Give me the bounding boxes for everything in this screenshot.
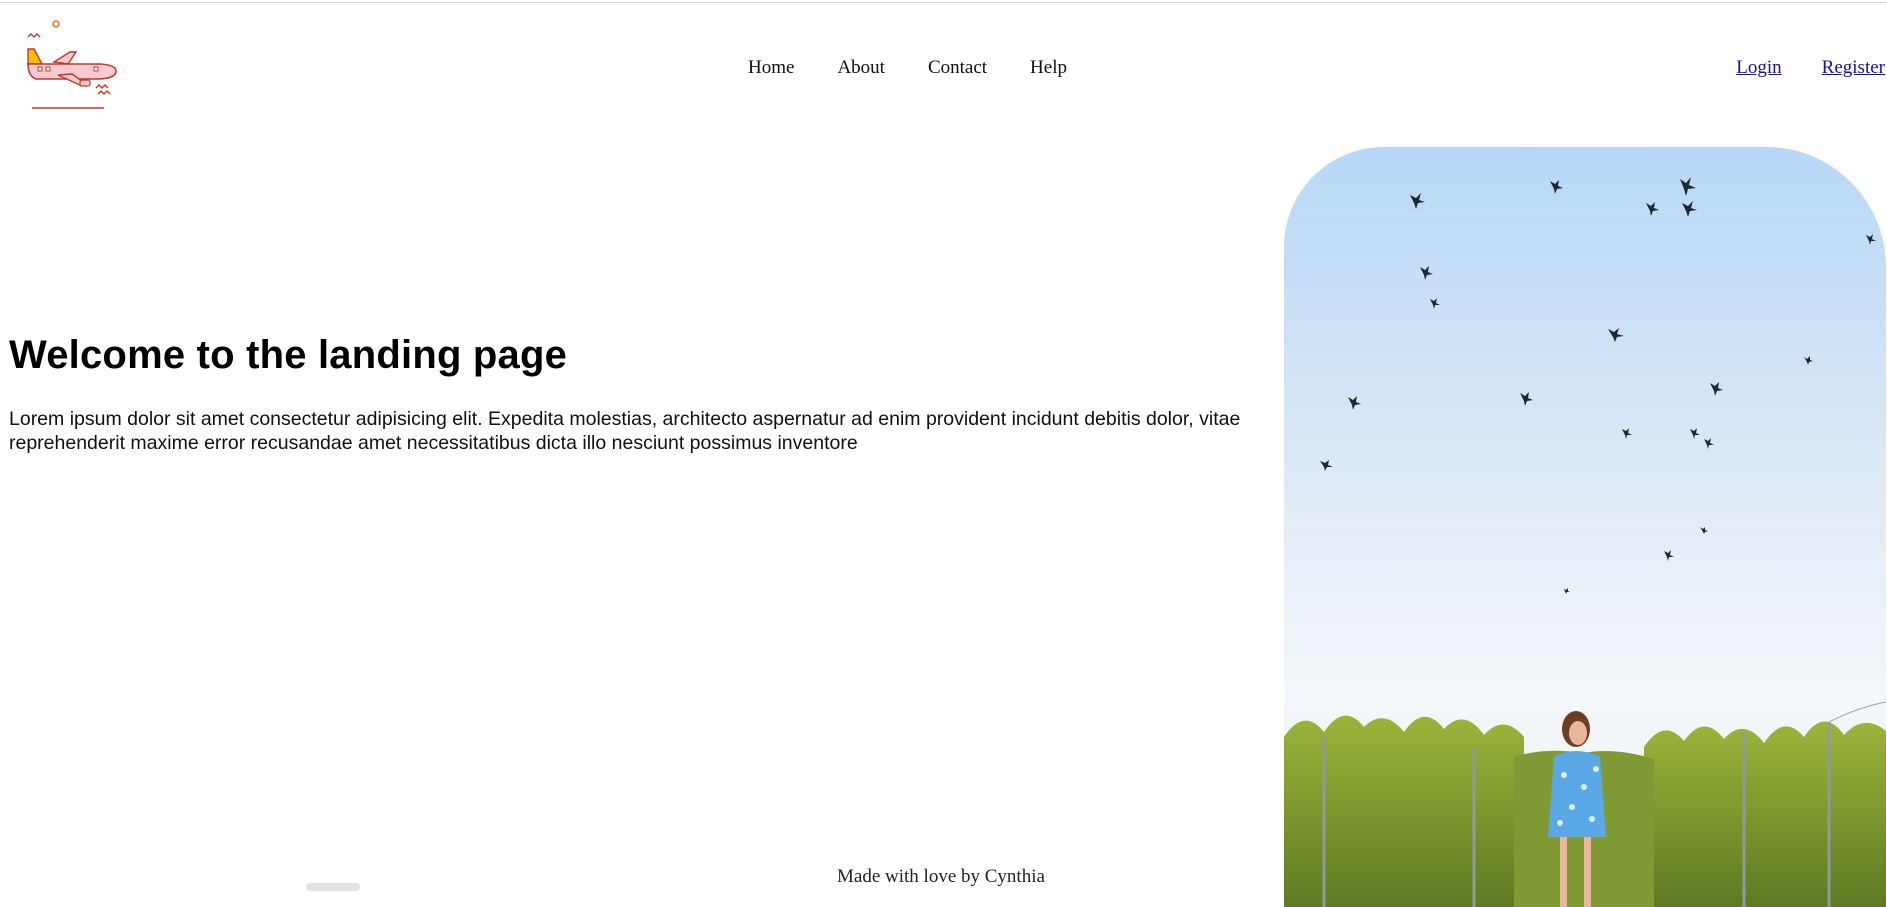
hero-title: Welcome to the landing page xyxy=(9,333,568,377)
hero-image xyxy=(1284,147,1886,907)
nav-link-about[interactable]: About xyxy=(837,57,885,79)
nav-link-help[interactable]: Help xyxy=(1030,57,1067,79)
main-nav: Home About Contact Help xyxy=(748,57,1067,79)
register-link[interactable]: Register xyxy=(1822,57,1885,79)
hero-section: Welcome to the landing page Lorem ipsum … xyxy=(9,333,1249,455)
hero-description: Lorem ipsum dolor sit amet consectetur a… xyxy=(9,408,1241,454)
top-border xyxy=(0,2,1887,3)
login-link[interactable]: Login xyxy=(1736,57,1781,79)
auth-links: Login Register xyxy=(1736,57,1885,79)
scroll-indicator xyxy=(306,883,360,891)
nav-link-home[interactable]: Home xyxy=(748,57,794,79)
nav-link-contact[interactable]: Contact xyxy=(928,57,987,79)
footer-credit: Made with love by Cynthia xyxy=(837,866,1045,887)
airplane-logo-icon[interactable] xyxy=(24,18,120,112)
